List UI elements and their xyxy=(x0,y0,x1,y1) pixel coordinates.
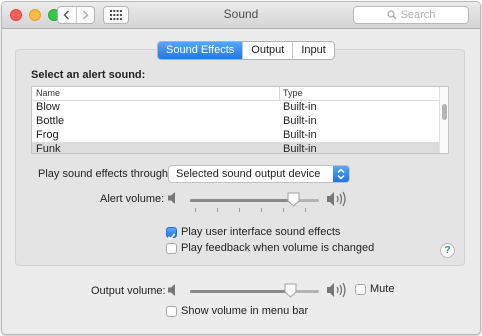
play-through-label: Play sound effects through: xyxy=(38,168,172,180)
tab-input[interactable]: Input xyxy=(292,42,333,59)
output-device-select[interactable]: Selected sound output device xyxy=(168,165,350,183)
sound-type: Built-in xyxy=(283,115,317,127)
speaker-high-icon xyxy=(327,191,346,207)
output-volume-knob[interactable] xyxy=(284,283,297,298)
alert-volume-knob[interactable] xyxy=(287,192,300,207)
alert-volume-label: Alert volume: xyxy=(100,193,165,205)
list-item[interactable]: Blow Built-in xyxy=(32,100,439,114)
search-placeholder: Search xyxy=(400,9,436,21)
checkmark-icon xyxy=(167,233,176,240)
tab-bar: Sound Effects Output Input xyxy=(157,41,335,60)
list-item-selected[interactable]: Funk Built-in xyxy=(32,142,439,154)
tab-sound-effects[interactable]: Sound Effects xyxy=(158,42,243,59)
list-item[interactable]: Frog Built-in xyxy=(32,128,439,142)
sound-preferences-window: Sound Search Sound Effects Output Input … xyxy=(1,1,481,335)
search-field[interactable]: Search xyxy=(353,6,469,24)
list-scrollbar[interactable] xyxy=(439,87,448,153)
help-button[interactable]: ? xyxy=(440,243,455,258)
list-item[interactable]: Bottle Built-in xyxy=(32,114,439,128)
menu-bar-volume-label: Show volume in menu bar xyxy=(181,305,309,317)
menu-bar-volume-checkbox[interactable] xyxy=(166,306,177,317)
sound-name: Blow xyxy=(36,101,60,113)
slider-tick xyxy=(283,208,284,212)
output-device-value: Selected sound output device xyxy=(176,168,321,180)
slider-tick xyxy=(217,208,218,212)
ui-sounds-checkbox[interactable] xyxy=(166,227,177,240)
column-header-name[interactable]: Name xyxy=(36,88,60,98)
titlebar: Sound Search xyxy=(2,2,480,29)
ui-sounds-label: Play user interface sound effects xyxy=(181,226,341,238)
slider-tick xyxy=(261,208,262,212)
sound-type: Built-in xyxy=(283,143,317,154)
feedback-checkbox[interactable] xyxy=(166,243,177,254)
mute-checkbox[interactable] xyxy=(355,284,366,295)
search-icon xyxy=(386,10,397,20)
output-volume-label: Output volume: xyxy=(91,285,166,297)
scrollbar-thumb[interactable] xyxy=(442,104,447,120)
sound-name: Funk xyxy=(36,143,61,154)
tab-output[interactable]: Output xyxy=(242,42,292,59)
alert-sound-section-label: Select an alert sound: xyxy=(31,69,146,81)
column-divider xyxy=(279,87,280,100)
output-volume-slider[interactable] xyxy=(190,290,319,293)
speaker-low-icon xyxy=(168,284,175,296)
feedback-label: Play feedback when volume is changed xyxy=(181,242,375,254)
mute-label: Mute xyxy=(370,283,395,295)
speaker-low-icon xyxy=(168,192,175,204)
output-volume-fill xyxy=(190,290,291,293)
slider-tick xyxy=(239,208,240,212)
list-header: Name Type xyxy=(32,87,439,101)
select-arrows-icon xyxy=(333,166,349,182)
column-header-type[interactable]: Type xyxy=(283,88,303,98)
sound-type: Built-in xyxy=(283,101,317,113)
slider-tick xyxy=(195,208,196,212)
alert-volume-fill xyxy=(190,199,294,202)
speaker-high-icon xyxy=(327,282,346,298)
alert-sound-list[interactable]: Name Type Blow Built-in Bottle Built-in … xyxy=(31,86,449,154)
slider-tick xyxy=(305,208,306,212)
sound-name: Frog xyxy=(36,129,59,141)
sound-name: Bottle xyxy=(36,115,65,127)
sound-type: Built-in xyxy=(283,129,317,141)
